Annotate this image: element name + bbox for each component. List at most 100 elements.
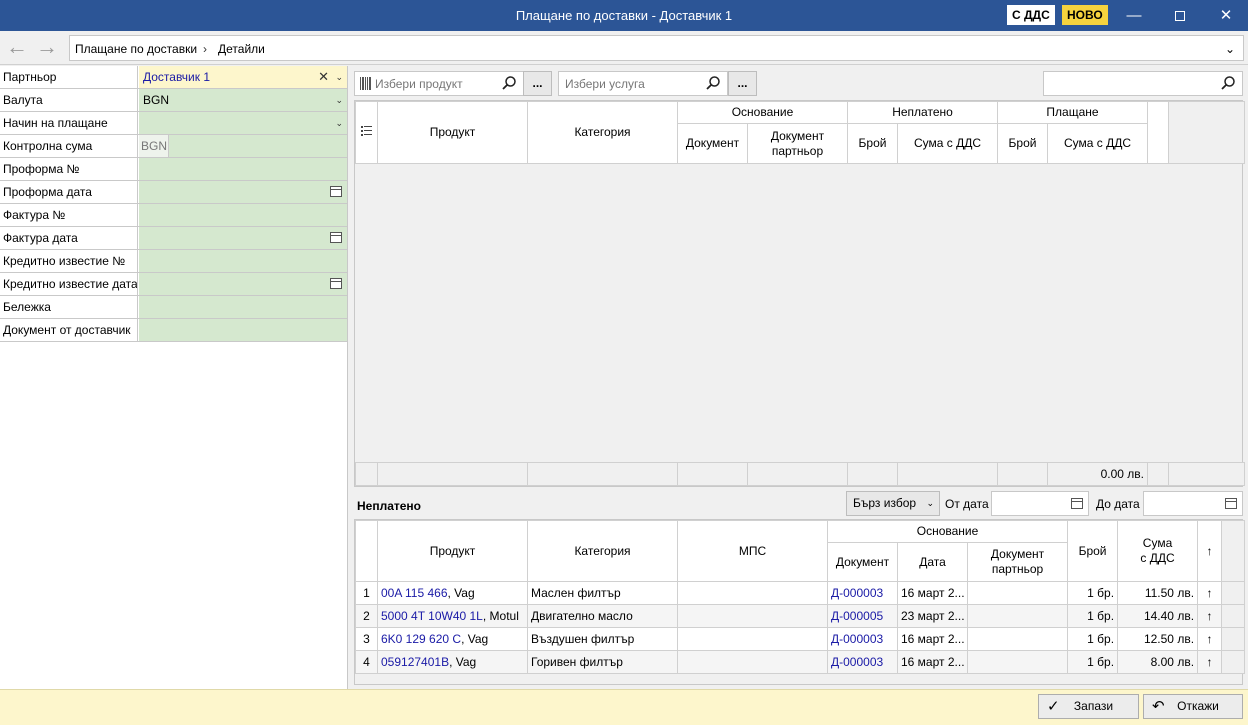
form-field[interactable]: BGN	[139, 135, 347, 157]
column-document[interactable]: Документ	[827, 542, 898, 582]
product-code-link[interactable]: 00A 115 466	[381, 586, 448, 600]
save-button[interactable]: ✓ Запази	[1038, 694, 1139, 719]
category-cell: Горивен филтър	[531, 655, 623, 669]
form-row: Проформа №	[0, 158, 347, 181]
search-icon[interactable]	[1220, 75, 1236, 91]
form-row: Валута BGN ⌄	[0, 89, 347, 112]
column-mps[interactable]: МПС	[677, 520, 828, 582]
minimize-icon[interactable]: —	[1111, 0, 1157, 31]
product-code-link[interactable]: 059127401B	[381, 655, 449, 669]
cancel-button-label: Откажи	[1177, 699, 1219, 713]
table-row[interactable]: 4 059127401B, Vag Горивен филтър Д-000003 16…	[355, 650, 1246, 674]
currency-code: BGN	[139, 135, 169, 157]
table-row[interactable]: 3 6K0 129 620 C, Vag Въздушен филтър Д-0000…	[355, 627, 1246, 651]
column-count[interactable]: Брой	[1067, 520, 1119, 582]
chevron-down-icon[interactable]: ⌄	[335, 89, 343, 111]
move-all-up-icon[interactable]: ↑	[1197, 520, 1223, 582]
form-field[interactable]: Доставчик 1 ✕ ⌄	[139, 66, 347, 88]
form-field[interactable]	[139, 273, 347, 295]
form-field[interactable]	[139, 181, 347, 203]
service-browse-button[interactable]: ...	[728, 71, 757, 96]
document-link[interactable]: Д-000003	[831, 655, 883, 669]
chevron-down-icon[interactable]: ⌄	[1225, 42, 1235, 56]
calendar-icon[interactable]	[330, 186, 342, 197]
maximize-icon[interactable]	[1157, 0, 1203, 31]
form-row: Фактура дата	[0, 227, 347, 250]
form-field[interactable]	[139, 319, 347, 341]
product-browse-button[interactable]: ...	[523, 71, 552, 96]
move-up-icon[interactable]: ↑	[1207, 655, 1213, 669]
calendar-icon[interactable]	[1225, 498, 1237, 509]
form-label: Кредитно известие №	[0, 250, 138, 272]
form-row: Кредитно известие дата	[0, 273, 347, 296]
search-icon[interactable]	[705, 75, 721, 91]
back-arrow-icon[interactable]: ←	[6, 36, 28, 58]
new-badge[interactable]: НОВО	[1062, 5, 1108, 25]
sum-cell: 8.00 лв.	[1150, 655, 1195, 669]
form-label: Контролна сума	[0, 135, 138, 157]
column-partner-document[interactable]: Документ партньор	[747, 123, 848, 164]
calendar-icon[interactable]	[330, 232, 342, 243]
payment-grid-table: Продукт Категория Основание Неплатено Пл…	[355, 101, 1245, 164]
product-code-link[interactable]: 6K0 129 620 C	[381, 632, 461, 646]
calendar-icon[interactable]	[330, 278, 342, 289]
grid-search-input[interactable]	[1043, 71, 1243, 96]
breadcrumb-item-details[interactable]: Детайли	[218, 42, 265, 56]
column-paid-count[interactable]: Брой	[997, 123, 1048, 164]
to-date-input[interactable]	[1143, 491, 1243, 516]
column-chooser-icon[interactable]	[355, 101, 378, 164]
column-category[interactable]: Категория	[527, 101, 678, 164]
form-field[interactable]	[139, 158, 347, 180]
column-unpaid-count[interactable]: Брой	[847, 123, 898, 164]
column-date[interactable]: Дата	[897, 542, 968, 582]
column-partner-document[interactable]: Документ партньор	[966, 542, 1069, 582]
form-field[interactable]: ⌄	[139, 112, 347, 134]
close-icon[interactable]: ✕	[1203, 0, 1248, 31]
quick-select-dropdown[interactable]: Бърз избор ⌄	[846, 491, 940, 516]
move-up-icon[interactable]: ↑	[1207, 586, 1213, 600]
clear-icon[interactable]: ✕	[318, 66, 329, 88]
cancel-button[interactable]: ↶ Откажи	[1143, 694, 1243, 719]
document-link[interactable]: Д-000005	[831, 609, 883, 623]
form-field[interactable]	[139, 227, 347, 249]
breadcrumb[interactable]: Плащане по доставки › Детайли ⌄	[69, 35, 1244, 61]
chevron-down-icon[interactable]: ⌄	[335, 112, 343, 134]
column-unpaid-sum[interactable]: Сума с ДДС	[897, 123, 998, 164]
form-field[interactable]	[139, 296, 347, 318]
column-document[interactable]: Документ	[677, 123, 748, 164]
product-code-link[interactable]: 5000 4T 10W40 1L	[381, 609, 483, 623]
count-cell: 1 бр.	[1087, 655, 1115, 669]
document-link[interactable]: Д-000003	[831, 632, 883, 646]
column-category[interactable]: Категория	[527, 520, 678, 582]
form-label: Валута	[0, 89, 138, 111]
move-up-icon[interactable]: ↑	[1207, 609, 1213, 623]
form-label: Фактура №	[0, 204, 138, 226]
document-link[interactable]: Д-000003	[831, 586, 883, 600]
table-row[interactable]: 1 00A 115 466, Vag Маслен филтър Д-000003 16…	[355, 581, 1246, 605]
from-date-input[interactable]	[991, 491, 1089, 516]
table-row[interactable]: 2 5000 4T 10W40 1L, Motul Двигателно масло…	[355, 604, 1246, 628]
breadcrumb-item-payments[interactable]: Плащане по доставки	[75, 42, 197, 56]
form-row: Кредитно известие №	[0, 250, 347, 273]
chevron-down-icon[interactable]: ⌄	[335, 66, 343, 88]
column-paid-sum[interactable]: Сума с ДДС	[1047, 123, 1148, 164]
service-search-input[interactable]: Избери услуга	[558, 71, 728, 96]
column-sum-vat[interactable]: Сума с ДДС	[1117, 520, 1199, 582]
forward-arrow-icon[interactable]: →	[36, 36, 58, 58]
search-icon[interactable]	[501, 75, 517, 91]
form-field[interactable]	[139, 250, 347, 272]
move-up-icon[interactable]: ↑	[1207, 632, 1213, 646]
form-field[interactable]	[139, 204, 347, 226]
calendar-icon[interactable]	[1071, 498, 1083, 509]
column-product[interactable]: Продукт	[377, 101, 528, 164]
to-date-label: До дата	[1096, 497, 1140, 511]
form-row: Фактура №	[0, 204, 347, 227]
column-product[interactable]: Продукт	[377, 520, 528, 582]
form-row: Проформа дата	[0, 181, 347, 204]
column-group-basis: Основание	[677, 101, 848, 124]
form-row: Документ от доставчик	[0, 319, 347, 342]
form-field[interactable]: BGN ⌄	[139, 89, 347, 111]
vat-badge[interactable]: С ДДС	[1007, 5, 1055, 25]
product-search-input[interactable]: Избери продукт	[354, 71, 524, 96]
date-cell: 16 март 2...	[901, 586, 965, 600]
